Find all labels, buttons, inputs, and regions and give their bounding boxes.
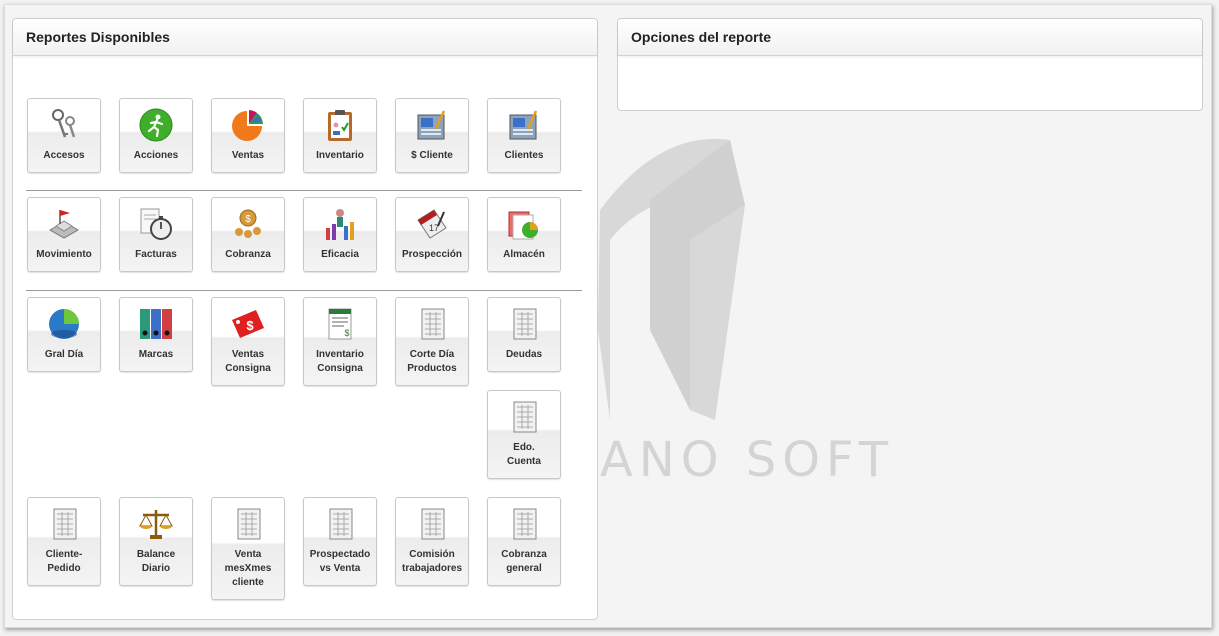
svg-text:$: $ [246,318,254,333]
person-bar-chart-icon [326,209,354,240]
tile-label: Comisión trabajadores [401,549,463,574]
report-tile-deudas[interactable]: Deudas [487,297,561,372]
tile-label: Prospectado vs Venta [309,549,371,574]
spreadsheet-icon [237,508,261,540]
report-tile-inventario-consigna[interactable]: $ Inventario Consigna [303,297,377,386]
tile-label: Prospección [401,249,463,260]
tile-label: Eficacia [321,249,359,260]
tile-label: Corte Día Productos [407,349,457,374]
binders-icon [140,309,172,339]
row-separator [26,290,582,291]
report-tile-inventario[interactable]: Inventario [303,98,377,173]
opciones-panel: Opciones del reporte [617,18,1203,111]
report-tile-almacen[interactable]: Almacén [487,197,561,272]
tile-label: Gral Día [44,349,84,360]
globe-chart-icon [49,309,79,339]
tile-label: Inventario [316,150,364,161]
report-tile-cobranza-general[interactable]: Cobranza general [487,497,561,586]
report-tile-clientes[interactable]: Clientes [487,98,561,173]
tile-label: Cobranza [225,249,271,260]
tile-label: Deudas [505,349,543,360]
svg-text:17: 17 [429,223,439,233]
flag-boxes-icon [48,210,80,239]
row-separator [26,190,582,191]
reportes-panel-title: Reportes Disponibles [13,19,597,56]
report-tile-prospeccion[interactable]: 17 Prospección [395,197,469,272]
tile-label: Ventas Consigna [225,349,271,374]
report-tile-gral-dia[interactable]: Gral Día [27,297,101,372]
report-tile-venta-mesxmes-cliente[interactable]: Venta mesXmes cliente [211,497,285,600]
tile-label: Accesos [43,150,85,161]
report-tile-edo-cuenta[interactable]: Edo. Cuenta [487,390,561,479]
report-tile-marcas[interactable]: Marcas [119,297,193,372]
coins-icon: $ [235,209,261,238]
tile-label: Marcas [138,349,174,360]
chart-docs-icon [508,211,538,240]
tile-label: $ Cliente [411,150,453,161]
tile-label: Ventas [231,150,265,161]
report-tile-acciones[interactable]: Acciones [119,98,193,173]
report-tile-ventas-consigna[interactable]: $ Ventas Consigna [211,297,285,386]
calendar-pen-icon: 17 [417,209,447,239]
tile-label: Cliente- Pedido [45,549,83,574]
tile-label: Acciones [133,150,179,161]
tile-label: Cobranza general [501,549,547,574]
svg-text:$: $ [344,328,349,338]
keys-icon [52,109,76,138]
report-tile-facturas[interactable]: Facturas [119,197,193,272]
tile-label: Facturas [135,249,177,260]
report-tile-cliente-monto[interactable]: $ Cliente [395,98,469,173]
report-tile-comision-trabajadores[interactable]: Comisión trabajadores [395,497,469,586]
clipboard-icon [328,110,352,141]
report-tile-cobranza[interactable]: $ Cobranza [211,197,285,272]
spreadsheet-icon [513,401,537,433]
tile-label: Movimiento [36,249,92,260]
running-man-icon [139,108,173,142]
price-tag-icon: $ [232,310,264,338]
tile-label: Edo. Cuenta [507,442,541,467]
report-tile-accesos[interactable]: Accesos [27,98,101,173]
report-tile-ventas[interactable]: Ventas [211,98,285,173]
tile-label: Balance Diario [136,549,176,574]
spreadsheet-icon [421,308,445,340]
invoice-icon: $ [328,308,352,340]
spreadsheet-icon [421,508,445,540]
tile-label: Clientes [504,150,544,161]
newspaper-pen-icon [509,110,538,140]
stopwatch-docs-icon [140,208,172,240]
newspaper-pen-icon [417,110,446,140]
pie-chart-icon [232,110,263,141]
spreadsheet-icon [513,508,537,540]
report-tile-corte-dia-productos[interactable]: Corte Día Productos [395,297,469,386]
report-tile-balance-diario[interactable]: Balance Diario [119,497,193,586]
svg-text:$: $ [245,214,251,225]
tile-label: Inventario Consigna [316,349,364,374]
report-tile-movimiento[interactable]: Movimiento [27,197,101,272]
tile-label: Venta mesXmes cliente [224,549,272,588]
watermark-text: ANO SOFT [600,432,895,488]
report-tile-eficacia[interactable]: Eficacia [303,197,377,272]
spreadsheet-icon [329,508,353,540]
report-tile-prospectado-vs-venta[interactable]: Prospectado vs Venta [303,497,377,586]
tile-label: Almacén [503,249,545,260]
spreadsheet-icon [53,508,77,540]
spreadsheet-icon [513,308,537,340]
report-tile-cliente-pedido[interactable]: Cliente- Pedido [27,497,101,586]
opciones-panel-title: Opciones del reporte [618,19,1202,56]
scale-icon [139,510,173,539]
